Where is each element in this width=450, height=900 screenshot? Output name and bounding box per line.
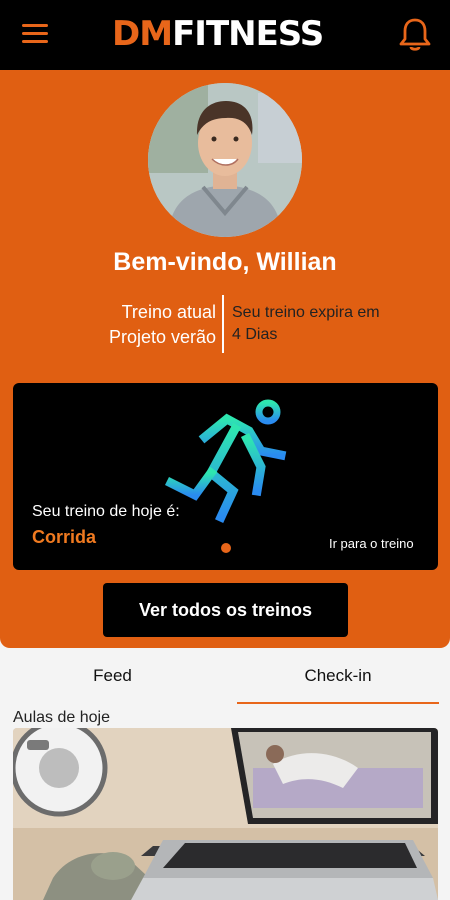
expiry-label: Seu treino expira em (232, 304, 380, 321)
logo-fitness: FITNESS (172, 14, 324, 54)
workout-expiry: Seu treino expira em 4 Dias (232, 302, 432, 346)
welcome-message: Bem-vindo, Willian (113, 248, 337, 276)
section-title-classes: Aulas de hoje (13, 709, 110, 726)
active-tab-indicator (237, 702, 439, 704)
current-workout: Treino atual Projeto verão (60, 300, 216, 350)
carousel-indicator[interactable] (221, 543, 231, 553)
current-workout-value: Projeto verão (108, 327, 216, 347)
today-workout-name: Corrida (32, 527, 97, 547)
go-to-workout-link[interactable]: Ir para o treino (329, 536, 414, 551)
profile-hero: Bem-vindo, Willian Treino atual Projeto … (0, 70, 450, 648)
logo-dm: DM (112, 14, 173, 54)
today-workout-card[interactable]: Seu treino de hoje é: Corrida Ir para o … (13, 383, 438, 570)
view-all-workouts-button[interactable]: Ver todos os treinos (103, 583, 348, 637)
current-workout-label: Treino atual (121, 302, 216, 322)
tab-bar: Feed Check-in (0, 648, 450, 704)
avatar[interactable] (148, 83, 302, 237)
runner-icon (164, 399, 287, 529)
divider (222, 295, 224, 353)
app-header: DMFITNESS (0, 0, 450, 70)
today-workout-label: Seu treino de hoje é: (32, 503, 180, 520)
hamburger-menu-icon[interactable] (22, 24, 48, 46)
app-logo: DMFITNESS (112, 12, 324, 56)
tab-check-in[interactable]: Check-in (237, 648, 439, 704)
expiry-value: 4 Dias (232, 326, 278, 343)
bell-icon[interactable] (398, 16, 432, 52)
tab-feed[interactable]: Feed (0, 648, 225, 704)
class-image[interactable] (13, 728, 438, 900)
